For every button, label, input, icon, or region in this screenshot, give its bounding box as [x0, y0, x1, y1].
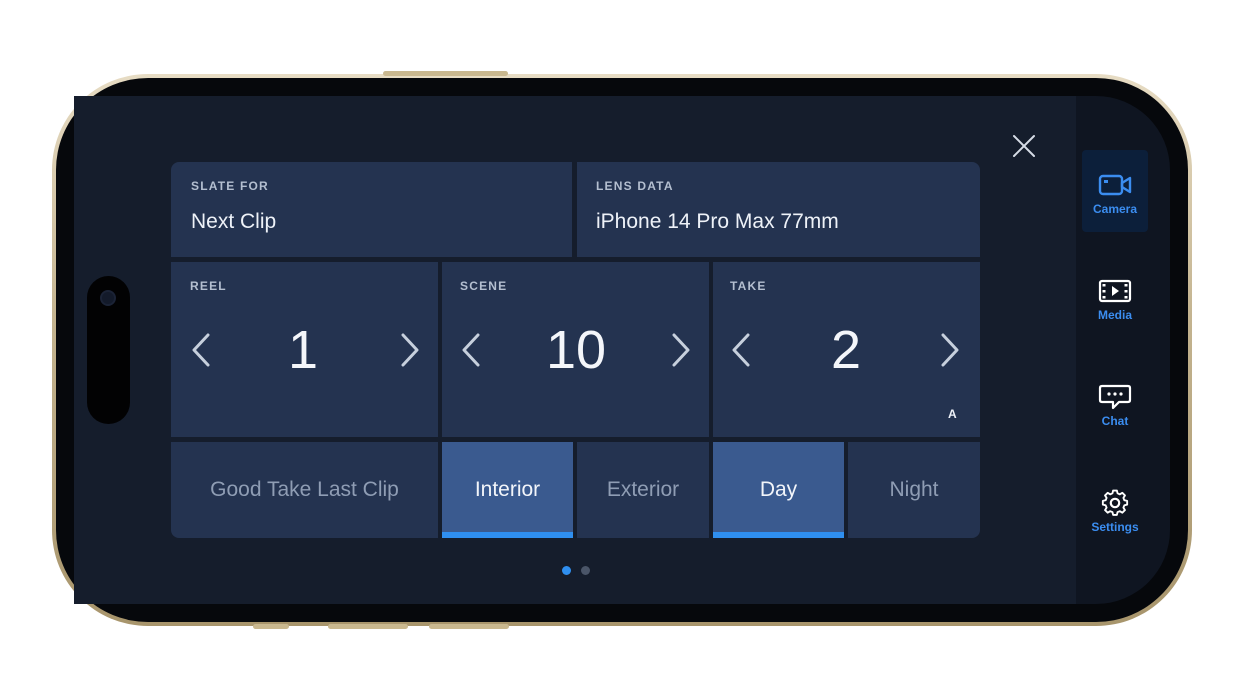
lens-data-label: LENS DATA	[596, 179, 674, 193]
exterior-label: Exterior	[606, 478, 680, 501]
exterior-toggle[interactable]: Exterior	[577, 442, 709, 538]
take-suffix: A	[948, 407, 958, 421]
reel-increment-chevron-right-icon[interactable]	[399, 332, 421, 368]
day-selected-indicator	[713, 532, 844, 538]
good-take-last-clip-label: Good Take Last Clip	[210, 478, 399, 501]
night-toggle[interactable]: Night	[848, 442, 980, 538]
sidebar-item-label: Camera	[1092, 202, 1138, 216]
sidebar-item-label: Media	[1097, 308, 1132, 322]
interior-selected-indicator	[442, 532, 573, 538]
phone-volume-up-button	[328, 624, 408, 629]
scene-decrement-chevron-left-icon[interactable]	[460, 332, 482, 368]
slate-for-value: Next Clip	[191, 210, 277, 233]
sidebar-item-camera[interactable]: Camera	[1082, 150, 1148, 232]
scene-increment-chevron-right-icon[interactable]	[670, 332, 692, 368]
good-take-last-clip-button[interactable]: Good Take Last Clip	[171, 442, 438, 538]
chat-icon	[1098, 384, 1132, 410]
gear-icon	[1101, 489, 1129, 516]
take-value: 2	[830, 320, 862, 380]
scene-value: 10	[545, 320, 607, 380]
camera-icon	[1098, 174, 1132, 196]
page-dot-active[interactable]	[562, 566, 571, 575]
page-dot[interactable]	[581, 566, 590, 575]
reel-value: 1	[287, 320, 319, 380]
phone-volume-down-button	[429, 624, 509, 629]
take-label: TAKE	[730, 279, 767, 293]
slate-for-label: SLATE FOR	[191, 179, 269, 193]
phone-action-button	[253, 624, 289, 629]
sidebar-item-label: Settings	[1091, 520, 1139, 534]
night-label: Night	[889, 478, 939, 501]
lens-data-value: iPhone 14 Pro Max 77mm	[596, 210, 839, 233]
sidebar-item-label: Chat	[1101, 414, 1129, 428]
day-toggle[interactable]: Day	[713, 442, 844, 538]
sidebar-item-chat[interactable]: Chat	[1082, 362, 1148, 444]
interior-label: Interior	[474, 478, 541, 501]
sidebar-item-settings[interactable]: Settings	[1082, 468, 1148, 550]
close-icon[interactable]	[1012, 134, 1036, 158]
phone-side-button	[383, 71, 508, 76]
take-increment-chevron-right-icon[interactable]	[939, 332, 961, 368]
reel-decrement-chevron-left-icon[interactable]	[190, 332, 212, 368]
sidebar-item-media[interactable]: Media	[1082, 256, 1148, 338]
day-label: Day	[759, 478, 798, 501]
film-icon	[1098, 279, 1132, 303]
front-camera-lens	[100, 290, 116, 306]
interior-toggle[interactable]: Interior	[442, 442, 573, 538]
scene-label: SCENE	[460, 279, 508, 293]
reel-label: REEL	[190, 279, 227, 293]
take-decrement-chevron-left-icon[interactable]	[730, 332, 752, 368]
